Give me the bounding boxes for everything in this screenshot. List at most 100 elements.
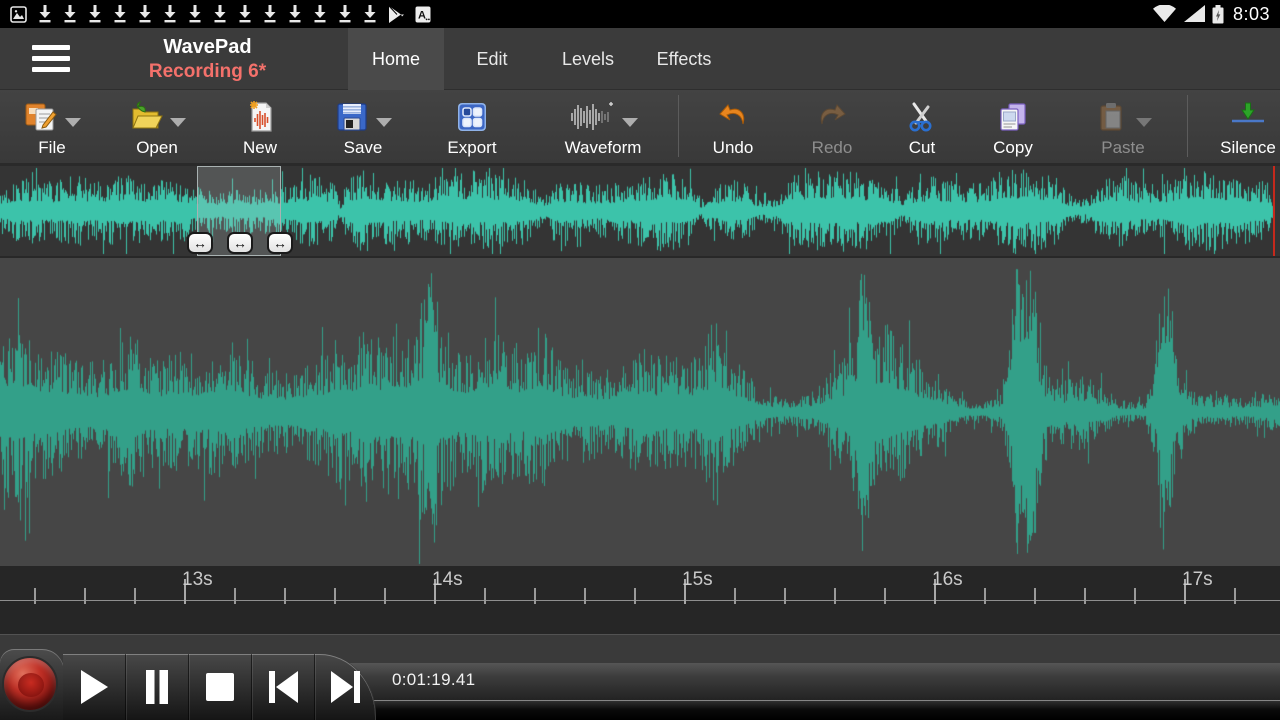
svg-text:A: A (418, 9, 426, 21)
play-icon (79, 669, 109, 705)
download-icon (213, 5, 227, 23)
ruler-minor-tick (534, 588, 536, 604)
tab-home[interactable]: Home (348, 28, 444, 90)
selection-start-handle[interactable]: ↔ (187, 232, 213, 254)
file-dropdown-icon (65, 118, 81, 127)
transport-panel (63, 654, 375, 720)
battery-charging-icon (1212, 5, 1224, 24)
play-store-icon (388, 6, 404, 23)
open-dropdown-icon (170, 118, 186, 127)
screenshot-icon (10, 6, 27, 23)
waveform-view-button[interactable]: Waveform (528, 90, 678, 163)
file-icon (23, 99, 59, 135)
redo-icon (814, 99, 850, 135)
redo-button[interactable]: Redo (787, 90, 877, 163)
ruler-minor-tick (484, 588, 486, 604)
ruler-baseline (0, 600, 1280, 601)
a-app-icon: A (415, 6, 431, 23)
open-folder-icon (128, 99, 164, 135)
ruler-minor-tick (784, 588, 786, 604)
selection-move-handle[interactable]: ↔ (227, 232, 253, 254)
timeline-ruler: 13s 14s 15s 16s 17s (0, 566, 1280, 634)
new-button[interactable]: New (210, 90, 310, 163)
export-button[interactable]: Export (416, 90, 528, 163)
timeline-label: 15s (682, 569, 713, 591)
undo-icon (715, 99, 751, 135)
ruler-minor-tick (1134, 588, 1136, 604)
skip-to-end-button[interactable] (314, 654, 377, 720)
ruler-minor-tick (34, 588, 36, 604)
file-button[interactable]: File (0, 90, 104, 163)
stop-button[interactable] (188, 654, 251, 720)
stop-icon (205, 672, 235, 702)
download-icon (313, 5, 327, 23)
paste-dropdown-icon (1136, 118, 1152, 127)
ruler-minor-tick (234, 588, 236, 604)
tab-levels[interactable]: Levels (540, 28, 636, 90)
android-status-bar: A 8:03 (0, 0, 1280, 28)
tab-edit[interactable]: Edit (444, 28, 540, 90)
new-file-icon (242, 99, 278, 135)
app-title: WavePad (110, 34, 305, 60)
record-button[interactable] (2, 656, 58, 712)
timeline-label: 14s (432, 569, 463, 591)
paste-clipboard-icon (1094, 99, 1130, 135)
playback-time-display: 0:01:19.41 (392, 670, 475, 690)
paste-button[interactable]: Paste (1059, 90, 1187, 163)
skip-to-end-icon (330, 670, 362, 704)
ruler-minor-tick (134, 588, 136, 604)
download-icon (288, 5, 302, 23)
ruler-minor-tick (584, 588, 586, 604)
download-icon (263, 5, 277, 23)
silence-button[interactable]: Silence (1188, 90, 1280, 163)
app-bar: WavePad Recording 6* Home Edit Levels Ef… (0, 28, 1280, 90)
ribbon-tabs: Home Edit Levels Effects (348, 28, 732, 90)
clock-text: 8:03 (1233, 4, 1270, 25)
overview-playback-cursor (1273, 166, 1275, 256)
ruler-minor-tick (884, 588, 886, 604)
ruler-minor-tick (634, 588, 636, 604)
undo-button[interactable]: Undo (679, 90, 787, 163)
download-icon (63, 5, 77, 23)
ruler-minor-tick (384, 588, 386, 604)
ruler-minor-tick (84, 588, 86, 604)
ruler-minor-tick (1084, 588, 1086, 604)
skip-to-start-icon (267, 670, 299, 704)
ruler-minor-tick (284, 588, 286, 604)
download-icon (238, 5, 252, 23)
download-icon (38, 5, 52, 23)
timeline-label: 17s (1182, 569, 1213, 591)
download-icon (113, 5, 127, 23)
ruler-minor-tick (1234, 588, 1236, 604)
download-icon (363, 5, 377, 23)
play-button[interactable] (63, 654, 125, 720)
download-icons-row (38, 5, 377, 23)
tab-effects[interactable]: Effects (636, 28, 732, 90)
overview-strip: ↔ ↔ ↔ (0, 163, 1280, 258)
cut-scissors-icon (904, 99, 940, 135)
wavepad-app: A 8:03 WavePad Recording 6* Home Edit Le… (0, 0, 1280, 720)
save-button[interactable]: Save (310, 90, 416, 163)
ruler-minor-tick (734, 588, 736, 604)
ruler-minor-tick (984, 588, 986, 604)
main-waveform-area (0, 258, 1280, 566)
timeline-label: 13s (182, 569, 213, 591)
open-button[interactable]: Open (104, 90, 210, 163)
download-icon (163, 5, 177, 23)
cut-button[interactable]: Cut (877, 90, 967, 163)
toolbar: File Open New (0, 90, 1280, 163)
timeline-label: 16s (932, 569, 963, 591)
main-waveform-canvas[interactable] (0, 258, 1280, 566)
save-dropdown-icon (376, 118, 392, 127)
download-icon (88, 5, 102, 23)
skip-to-start-button[interactable] (251, 654, 314, 720)
export-icon (454, 99, 490, 135)
menu-icon[interactable] (32, 45, 70, 73)
ruler-minor-tick (334, 588, 336, 604)
selection-end-handle[interactable]: ↔ (267, 232, 293, 254)
pause-button[interactable] (125, 654, 188, 720)
waveform-icon (568, 99, 616, 135)
signal-icon (1183, 5, 1205, 23)
copy-button[interactable]: Copy (967, 90, 1059, 163)
silence-icon (1228, 99, 1268, 135)
